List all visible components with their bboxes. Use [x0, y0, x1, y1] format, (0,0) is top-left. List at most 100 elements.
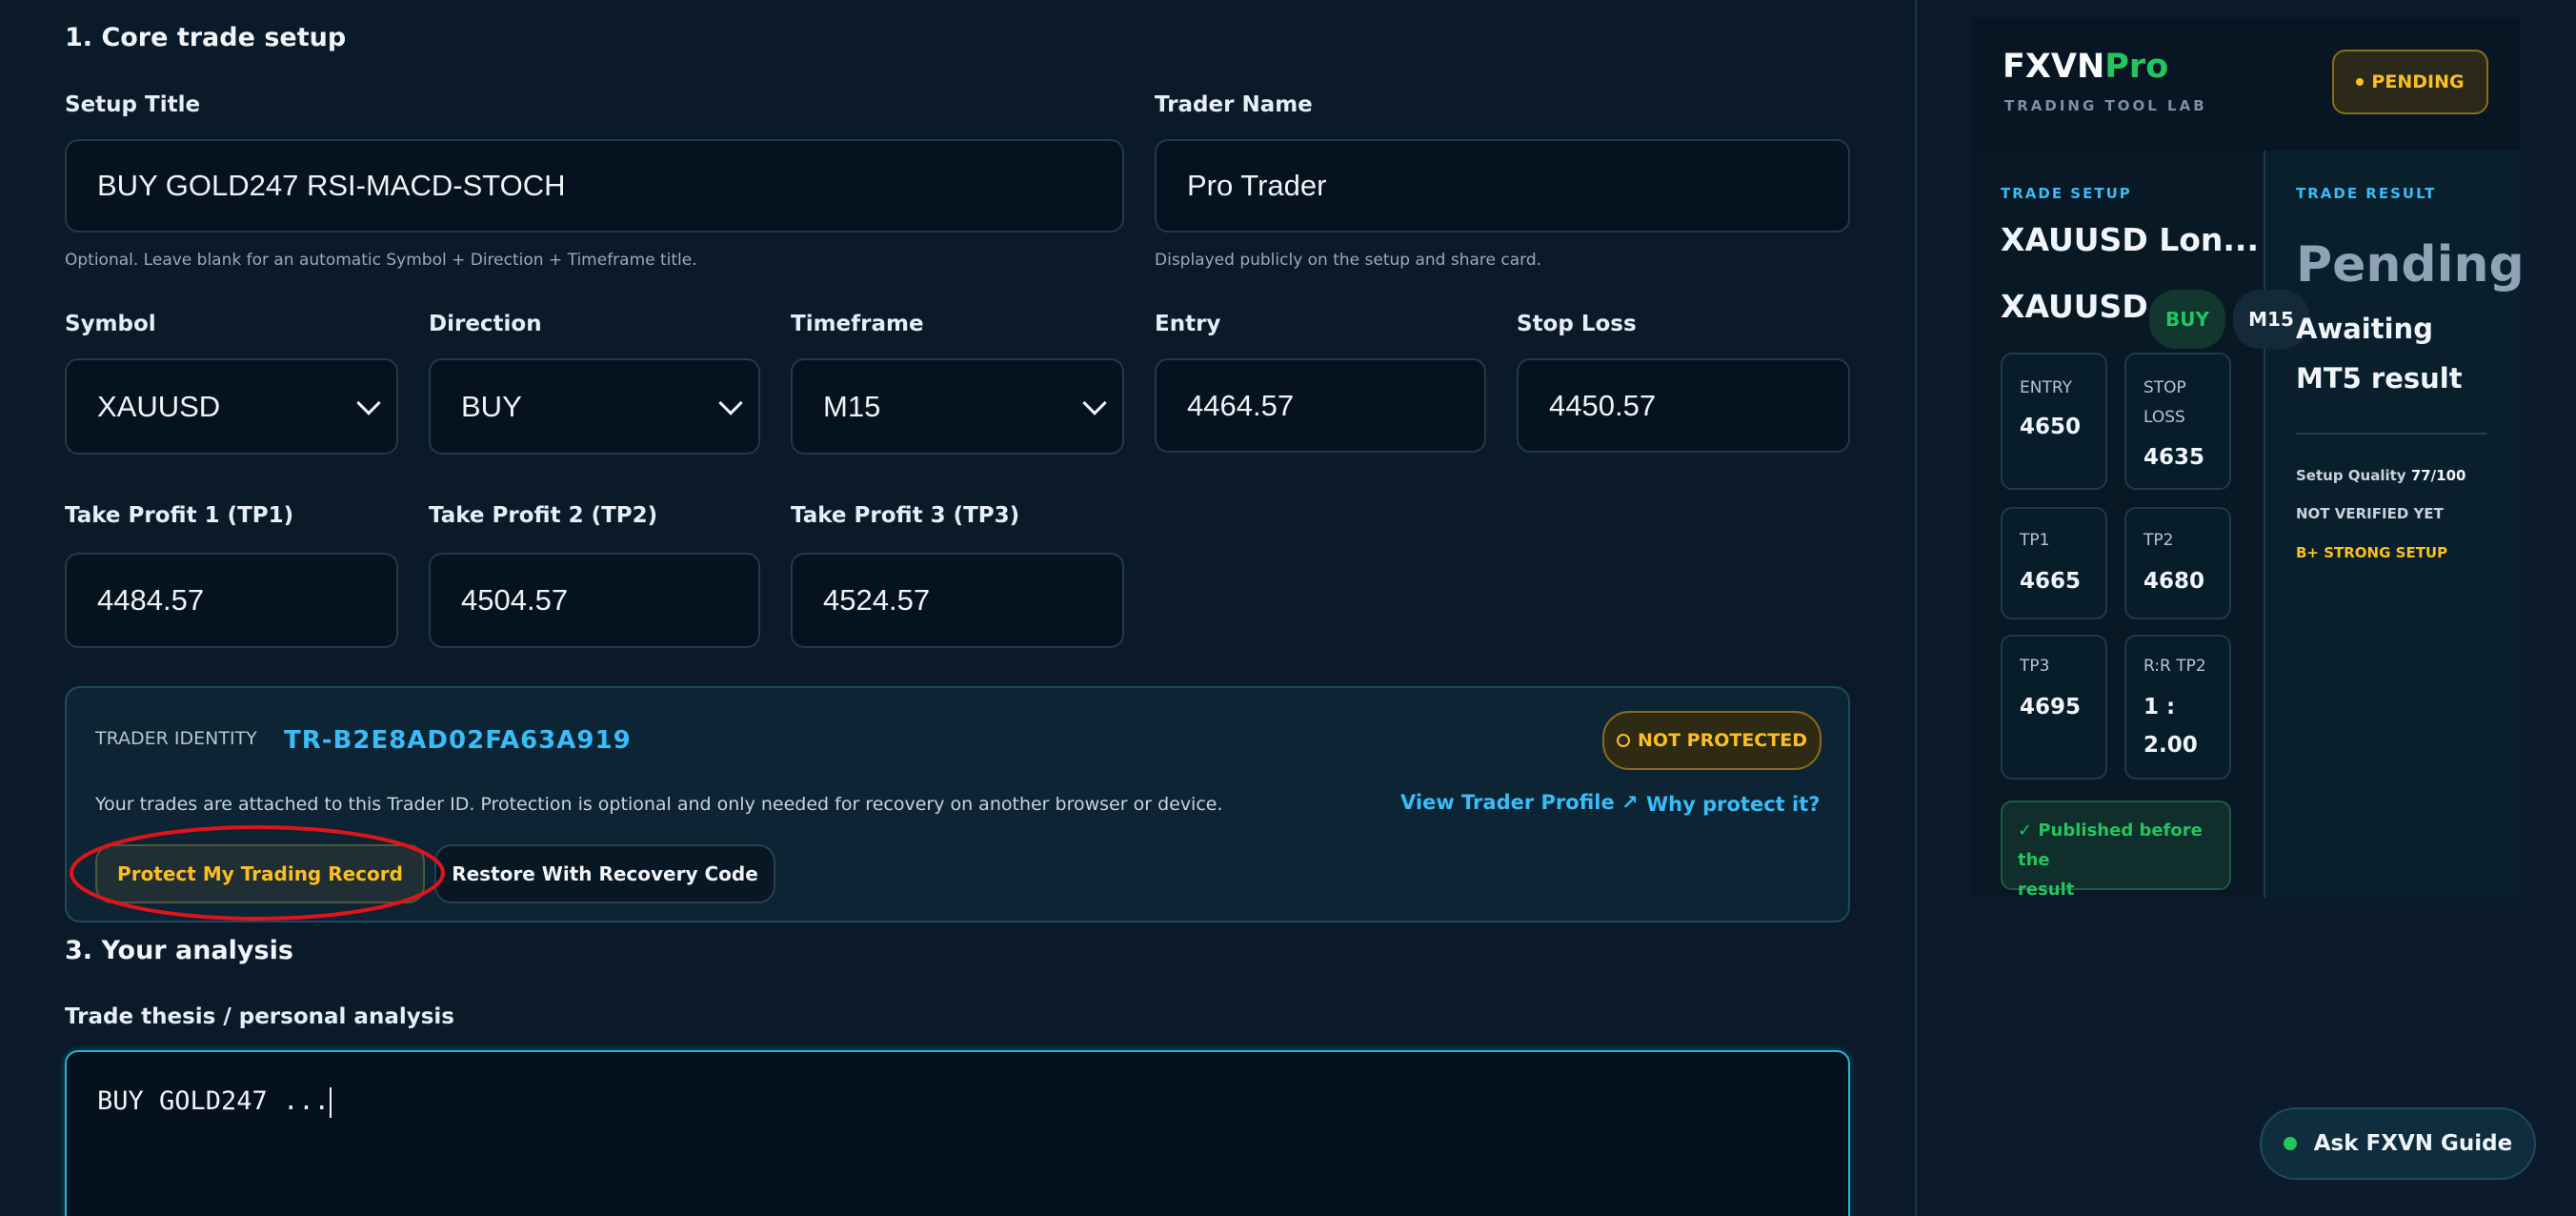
published-line-2: result	[2018, 880, 2075, 898]
sl-tile-value: 4635	[2143, 445, 2205, 470]
tp2-label: Take Profit 2 (TP2)	[429, 503, 658, 528]
timeframe-label: Timeframe	[791, 312, 924, 336]
entry-input[interactable]: 4464.57	[1155, 358, 1486, 453]
symbol-select[interactable]: XAUUSD	[65, 358, 398, 455]
entry-tile-value: 4650	[2020, 415, 2082, 439]
direction-label: Direction	[429, 312, 542, 336]
not-protected-text: NOT PROTECTED	[1638, 730, 1807, 751]
setup-title-input[interactable]: BUY GOLD247 RSI-MACD-STOCH	[65, 139, 1124, 233]
tp3-value: 4524.57	[823, 583, 931, 617]
chevron-down-icon	[718, 390, 743, 415]
setup-title-value: BUY GOLD247 RSI-MACD-STOCH	[97, 169, 566, 202]
circle-icon	[1617, 734, 1631, 747]
online-dot-icon	[2283, 1137, 2297, 1150]
restore-recovery-button[interactable]: Restore With Recovery Code	[434, 844, 775, 903]
chevron-down-icon	[356, 390, 381, 415]
direction-select[interactable]: BUY	[429, 358, 760, 455]
trader-name-value: Pro Trader	[1187, 169, 1327, 202]
trader-name-label: Trader Name	[1155, 92, 1313, 117]
tp1-input[interactable]: 4484.57	[65, 553, 398, 648]
tp1-tile-value: 4665	[2020, 569, 2082, 594]
card-symbol: XAUUSD	[2001, 288, 2148, 325]
tp3-tile: TP3 4695	[2001, 635, 2107, 780]
thesis-value: BUY GOLD247 ...	[97, 1086, 330, 1116]
trader-name-hint: Displayed publicly on the setup and shar…	[1155, 251, 1542, 270]
rr-tile-label: R:R TP2	[2143, 657, 2206, 676]
entry-value: 4464.57	[1187, 388, 1295, 422]
trade-result-heading: TRADE RESULT	[2296, 185, 2437, 202]
published-notice: ✓ Published before the result	[2001, 801, 2231, 898]
result-line-1: Awaiting	[2296, 313, 2433, 345]
timeframe-select[interactable]: M15	[791, 358, 1124, 455]
section-title-analysis: 3. Your analysis	[65, 936, 293, 965]
tp2-value: 4504.57	[461, 583, 569, 617]
dot-icon	[2356, 78, 2365, 86]
chevron-down-icon	[1082, 390, 1107, 415]
tp1-tile: TP1 4665	[2001, 507, 2107, 619]
share-card-preview: FXVNPro TRADING TOOL LAB PENDING TRADE S…	[1972, 17, 2521, 898]
stop-loss-label: Stop Loss	[1517, 312, 1637, 336]
entry-tile: ENTRY 4650	[2001, 353, 2107, 490]
pending-status-badge: PENDING	[2332, 50, 2488, 114]
setup-quality-value: 77/100	[2410, 467, 2466, 484]
card-setup-title: XAUUSD Lon...	[2001, 221, 2260, 258]
text-cursor	[329, 1086, 332, 1118]
card-direction-badge: BUY	[2149, 290, 2225, 349]
setup-form-panel: 1. Core trade setup Setup Title BUY GOLD…	[0, 0, 1915, 1216]
setup-title-hint: Optional. Leave blank for an automatic S…	[65, 251, 697, 270]
not-protected-badge: NOT PROTECTED	[1602, 711, 1821, 770]
tp2-input[interactable]: 4504.57	[429, 553, 760, 648]
result-divider	[2296, 433, 2486, 435]
brand-main: FXVN	[2002, 48, 2105, 86]
sl-tile-label-2: LOSS	[2143, 408, 2185, 427]
rr-tile-value-2: 2.00	[2143, 733, 2198, 758]
stop-loss-tile: STOP LOSS 4635	[2124, 353, 2231, 490]
card-header: FXVNPro TRADING TOOL LAB PENDING	[1972, 17, 2521, 151]
direction-value: BUY	[461, 389, 522, 423]
timeframe-value: M15	[823, 389, 881, 423]
setup-quality: Setup Quality 77/100	[2296, 467, 2465, 484]
ask-guide-button[interactable]: Ask FXVN Guide	[2260, 1107, 2536, 1180]
brand-subtitle: TRADING TOOL LAB	[2004, 97, 2207, 114]
tp3-input[interactable]: 4524.57	[791, 553, 1124, 648]
tp3-label: Take Profit 3 (TP3)	[791, 503, 1020, 528]
tp1-tile-label: TP1	[2020, 531, 2050, 550]
tp2-tile: TP2 4680	[2124, 507, 2231, 619]
stop-loss-input[interactable]: 4450.57	[1517, 358, 1850, 453]
trade-setup-heading: TRADE SETUP	[2001, 185, 2132, 202]
section-title-core: 1. Core trade setup	[65, 23, 347, 52]
symbol-value: XAUUSD	[97, 389, 221, 423]
published-line-1: ✓ Published before the	[2018, 821, 2203, 870]
verification-status: NOT VERIFIED YET	[2296, 505, 2444, 522]
trader-id-value: TR-B2E8AD02FA63A919	[284, 726, 632, 755]
symbol-label: Symbol	[65, 312, 156, 336]
rr-tile: R:R TP2 1 : 2.00	[2124, 635, 2231, 780]
trader-identity-label: TRADER IDENTITY	[95, 728, 257, 749]
thesis-label: Trade thesis / personal analysis	[65, 1004, 454, 1029]
stop-loss-value: 4450.57	[1549, 388, 1657, 422]
brand-logo: FXVNPro	[2002, 48, 2168, 86]
tp3-tile-value: 4695	[2020, 695, 2082, 719]
trader-name-input[interactable]: Pro Trader	[1155, 139, 1850, 233]
rr-tile-value-1: 1 :	[2143, 695, 2176, 719]
tp1-label: Take Profit 1 (TP1)	[65, 503, 294, 528]
entry-tile-label: ENTRY	[2020, 378, 2072, 397]
sl-tile-label-1: STOP	[2143, 378, 2186, 397]
result-line-2: MT5 result	[2296, 362, 2463, 395]
thesis-textarea[interactable]: BUY GOLD247 ...	[65, 1050, 1850, 1216]
tp1-value: 4484.57	[97, 583, 205, 617]
tp2-tile-value: 4680	[2143, 569, 2205, 594]
view-trader-profile-link[interactable]: View Trader Profile ↗	[1400, 791, 1639, 814]
why-protect-link[interactable]: Why protect it?	[1646, 793, 1820, 816]
tp2-tile-label: TP2	[2143, 531, 2174, 550]
highlight-ring	[70, 825, 445, 921]
pending-status-text: PENDING	[2371, 71, 2465, 92]
tp3-tile-label: TP3	[2020, 657, 2050, 676]
setup-quality-label: Setup Quality	[2296, 467, 2406, 484]
result-title: Pending	[2296, 236, 2521, 294]
ask-guide-label: Ask FXVN Guide	[2313, 1131, 2513, 1156]
setup-grade: B+ STRONG SETUP	[2296, 544, 2448, 561]
identity-description: Your trades are attached to this Trader …	[95, 794, 1223, 815]
brand-accent: Pro	[2104, 48, 2169, 86]
setup-title-label: Setup Title	[65, 92, 201, 117]
